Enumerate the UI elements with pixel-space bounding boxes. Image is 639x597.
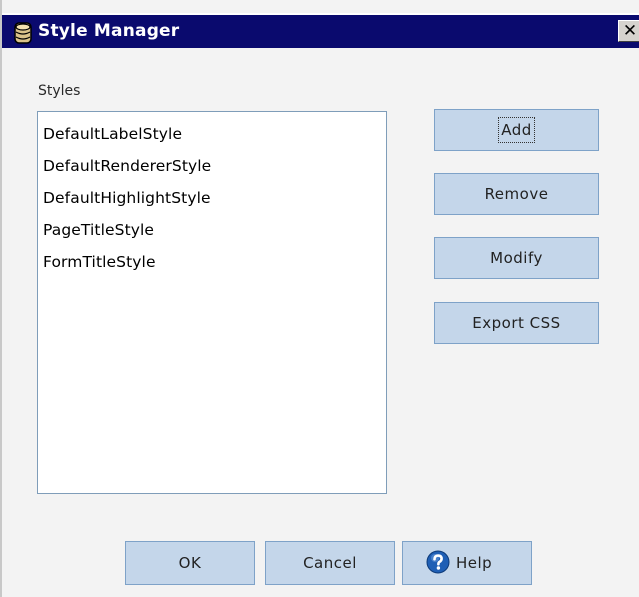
help-icon [426, 550, 450, 573]
ok-button[interactable]: OK [125, 541, 255, 585]
close-button[interactable]: ✕ [618, 20, 639, 42]
export-css-button[interactable]: Export CSS [434, 302, 599, 344]
database-icon [14, 22, 32, 44]
list-item[interactable]: DefaultLabelStyle [43, 118, 386, 150]
list-item[interactable]: DefaultHighlightStyle [43, 182, 386, 214]
style-manager-dialog: Style Manager ✕ Styles DefaultLabelStyle… [0, 0, 639, 597]
styles-list[interactable]: DefaultLabelStyle DefaultRendererStyle D… [37, 111, 387, 494]
list-item[interactable]: PageTitleStyle [43, 214, 386, 246]
add-button-label: Add [498, 117, 535, 143]
styles-label: Styles [38, 83, 81, 99]
help-button[interactable]: Help [402, 541, 532, 585]
close-icon: ✕ [622, 21, 638, 41]
modify-button[interactable]: Modify [434, 237, 599, 279]
list-item[interactable]: FormTitleStyle [43, 246, 386, 278]
title-bar[interactable]: Style Manager ✕ [2, 13, 639, 48]
remove-button[interactable]: Remove [434, 173, 599, 215]
window-title: Style Manager [38, 21, 180, 41]
add-button[interactable]: Add [434, 109, 599, 151]
help-button-label: Help [456, 554, 493, 572]
cancel-button[interactable]: Cancel [265, 541, 395, 585]
list-item[interactable]: DefaultRendererStyle [43, 150, 386, 182]
